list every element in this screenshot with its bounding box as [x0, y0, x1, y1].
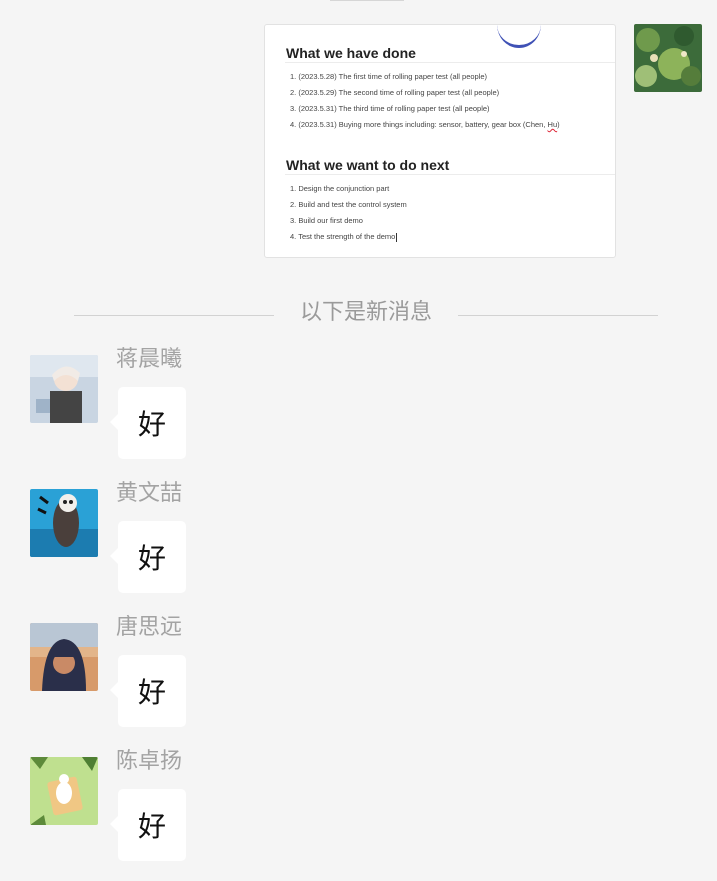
- doc-list-item: 1. Design the conjunction part: [290, 184, 390, 193]
- doc-list-item: 3. (2023.5.31) The third time of rolling…: [290, 104, 490, 113]
- new-messages-label: 以下是新消息: [299, 300, 432, 325]
- cropped-blue-shape: [497, 25, 541, 48]
- doc-list-item: 1. (2023.5.28) The first time of rolling…: [290, 72, 488, 81]
- my-avatar[interactable]: [634, 24, 702, 92]
- doc-heading-next: What we want to do next: [286, 157, 450, 173]
- doc-list-item-close: ): [557, 120, 560, 129]
- sender-name: 黄文喆: [116, 481, 183, 506]
- message-bubble[interactable]: 好: [110, 387, 186, 459]
- doc-list-item: 4. (2023.5.31) Buying more things includ…: [290, 117, 560, 133]
- sender-avatar[interactable]: [30, 757, 98, 825]
- doc-list-item-text: 4. (2023.5.31) Buying more things includ…: [290, 120, 546, 129]
- message-bubble[interactable]: 好: [110, 521, 186, 593]
- message-bubble[interactable]: 好: [110, 655, 186, 727]
- message-bubble[interactable]: 好: [110, 789, 186, 861]
- doc-rule: [285, 174, 615, 175]
- scroll-divider-stub: [330, 0, 404, 1]
- text-caret: [396, 232, 398, 242]
- doc-heading-done: What we have done: [286, 45, 416, 61]
- sent-image-message[interactable]: What we have done 1. (2023.5.28) The fir…: [264, 24, 616, 258]
- doc-list-item: 3. Build our first demo: [290, 216, 363, 225]
- new-messages-divider: 以下是新消息: [74, 296, 658, 330]
- doc-list-item: 2. (2023.5.29) The second time of rollin…: [290, 88, 500, 97]
- sender-name: 蒋晨曦: [116, 347, 183, 372]
- doc-list-item-text: 4. Test the strength of the demo: [290, 232, 396, 241]
- doc-rule: [285, 62, 615, 63]
- doc-list-item: 4. Test the strength of the demo: [290, 229, 407, 245]
- spellcheck-word: Hu: [547, 120, 558, 129]
- divider-line-right: [458, 315, 658, 316]
- doc-list-item: 2. Build and test the control system: [290, 200, 407, 209]
- sender-avatar[interactable]: [30, 355, 98, 423]
- doc-list-done: 1. (2023.5.28) The first time of rolling…: [290, 69, 560, 133]
- sender-name: 陈卓扬: [116, 749, 183, 774]
- divider-line-left: [74, 315, 274, 316]
- sender-name: 唐思远: [116, 615, 183, 640]
- sender-avatar[interactable]: [30, 489, 98, 557]
- sender-avatar[interactable]: [30, 623, 98, 691]
- doc-list-next: 1. Design the conjunction part 2. Build …: [290, 181, 407, 245]
